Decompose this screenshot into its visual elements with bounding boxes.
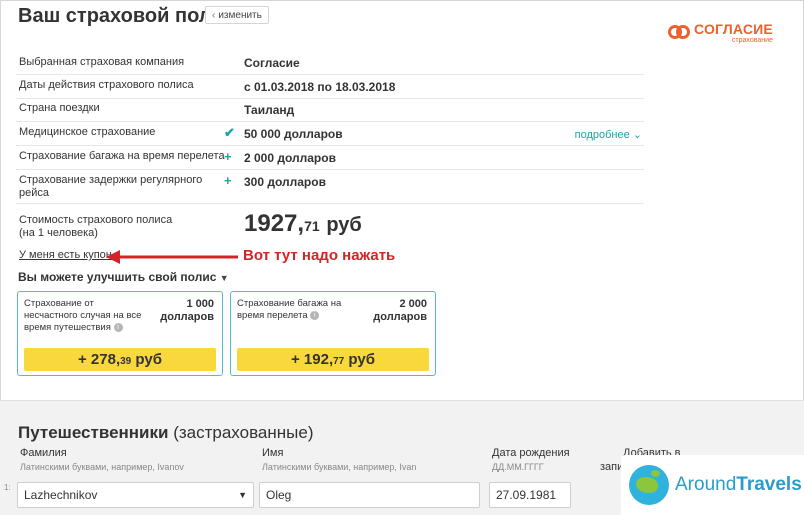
surname-field[interactable]: Lazhechnikov ▼ [17, 482, 254, 508]
logo-rings-icon [668, 24, 690, 42]
dob-value: 27.09.1981 [496, 488, 557, 502]
card-title-text: Страхование багажа на время перелета [237, 298, 342, 321]
card-amount: 1 000 долларов [160, 298, 214, 324]
price-label: Стоимость страхового полиса (на 1 челове… [19, 214, 173, 239]
policy-row-baggage: Страхование багажа на время перелета + 2… [16, 146, 644, 170]
surname-hint: Латинскими буквами, например, Ivanov [20, 462, 184, 472]
row-label: Медицинское страхование [19, 126, 156, 138]
change-button-label: изменить [218, 9, 262, 21]
annotation-text: Вот тут надо нажать [243, 247, 396, 264]
policy-row-country: Страна поездки Таиланд [16, 99, 644, 122]
chevron-down-icon: ⌄ [632, 129, 642, 141]
price-sign: + [77, 351, 87, 368]
upgrade-dropdown[interactable]: Вы можете улучшить свой полис ▼ [18, 270, 229, 284]
name-value: Oleg [266, 488, 292, 502]
add-baggage-button[interactable]: + 192,77 руб [237, 348, 429, 371]
name-label: Имя [262, 447, 284, 459]
globe-icon [629, 465, 669, 505]
logo-name: СОГЛАСИЕ [694, 21, 773, 37]
name-hint: Латинскими буквами, например, Ivan [262, 462, 417, 472]
surname-label: Фамилия [20, 447, 67, 459]
check-icon: ✔ [224, 125, 235, 140]
plus-icon: + [224, 149, 232, 164]
card-amount-unit: долларов [160, 311, 214, 323]
row-label: Страхование багажа на время перелета [19, 150, 225, 162]
row-label: Даты действия страхового полиса [19, 79, 194, 91]
travellers-title-rest: (застрахованные) [173, 423, 314, 442]
info-icon[interactable]: i [310, 310, 320, 320]
row-value: Таиланд [244, 103, 295, 117]
price-kopecks: 39 [120, 356, 132, 367]
policy-price: 1927,71 руб [244, 210, 362, 237]
row-label: Выбранная страховая компания [19, 56, 185, 68]
dob-field[interactable]: 27.09.1981 [489, 482, 571, 508]
policy-row-company: Выбранная страховая компания Согласие [16, 50, 644, 75]
upgrade-title: Вы можете улучшить свой полис [18, 270, 217, 284]
upgrade-card-baggage: Страхование багажа на время перелета i 2… [230, 291, 436, 376]
policy-row-delay: Страхование задержки регулярного рейса +… [16, 170, 644, 204]
logo-subtitle: страхование [731, 37, 773, 44]
row-value: 50 000 долларов [244, 127, 343, 141]
change-button[interactable]: ‹ изменить [205, 6, 269, 24]
price-sign: + [290, 351, 300, 368]
card-title-text: Страхование от несчастного случая на все… [24, 298, 142, 333]
price-kopecks: 77 [333, 356, 345, 367]
card-amount-unit: долларов [373, 311, 427, 323]
coupon-link[interactable]: У меня есть купон [19, 249, 112, 261]
dob-hint: ДД.ММ.ГГГГ [492, 462, 544, 472]
more-details-link[interactable]: подробнее ⌄ [575, 128, 642, 141]
price-currency: руб [326, 214, 362, 236]
price-kopecks: 71 [304, 218, 320, 234]
row-value: 300 долларов [244, 175, 326, 189]
price-integer: 192 [303, 351, 329, 368]
price-currency: руб [348, 351, 375, 368]
card-title: Страхование багажа на время перелета i [237, 298, 352, 322]
more-details-label: подробнее [574, 129, 630, 141]
dob-label: Дата рождения [492, 447, 570, 459]
travellers-title-bold: Путешественники [18, 423, 169, 442]
row-value: с 01.03.2018 по 18.03.2018 [244, 80, 396, 94]
watermark-text-b: Travels [736, 474, 802, 495]
policy-row-dates: Даты действия страхового полиса с 01.03.… [16, 75, 644, 99]
card-amount-value: 2 000 [399, 298, 427, 310]
card-title: Страхование от несчастного случая на все… [24, 298, 144, 334]
policy-row-medical: Медицинское страхование ✔ 50 000 долларо… [16, 122, 644, 146]
caret-down-icon: ▼ [219, 273, 229, 283]
upgrade-card-accident: Страхование от несчастного случая на все… [17, 291, 223, 376]
traveller-index: 1: [4, 483, 11, 492]
page-title: Ваш страховой полис [18, 5, 235, 27]
price-integer: 1927 [244, 210, 298, 237]
watermark-text-a: Around [675, 474, 737, 495]
row-value: 2 000 долларов [244, 151, 336, 165]
row-value: Согласие [244, 56, 300, 70]
row-label: Страна поездки [19, 102, 100, 114]
travellers-title: Путешественники (застрахованные) [18, 423, 313, 443]
watermark-badge: AroundTravels [621, 455, 804, 515]
chevron-left-icon: ‹ [212, 9, 216, 21]
plus-icon: + [224, 173, 232, 188]
watermark-text: AroundTravels [675, 474, 802, 496]
info-icon[interactable]: i [113, 322, 123, 332]
annotation-arrow-icon [106, 250, 238, 264]
name-field[interactable]: Oleg [259, 482, 480, 508]
card-amount: 2 000 долларов [373, 298, 427, 324]
add-accident-button[interactable]: + 278,39 руб [24, 348, 216, 371]
caret-down-icon: ▼ [238, 490, 247, 500]
price-integer: 278 [90, 351, 116, 368]
surname-value: Lazhechnikov [24, 488, 98, 502]
row-label: Страхование задержки регулярного рейса [19, 174, 203, 199]
insurer-logo: СОГЛАСИЕ страхование [668, 22, 773, 44]
add-label-cont: запи [600, 461, 624, 473]
card-amount-value: 1 000 [186, 298, 214, 310]
price-currency: руб [135, 351, 162, 368]
